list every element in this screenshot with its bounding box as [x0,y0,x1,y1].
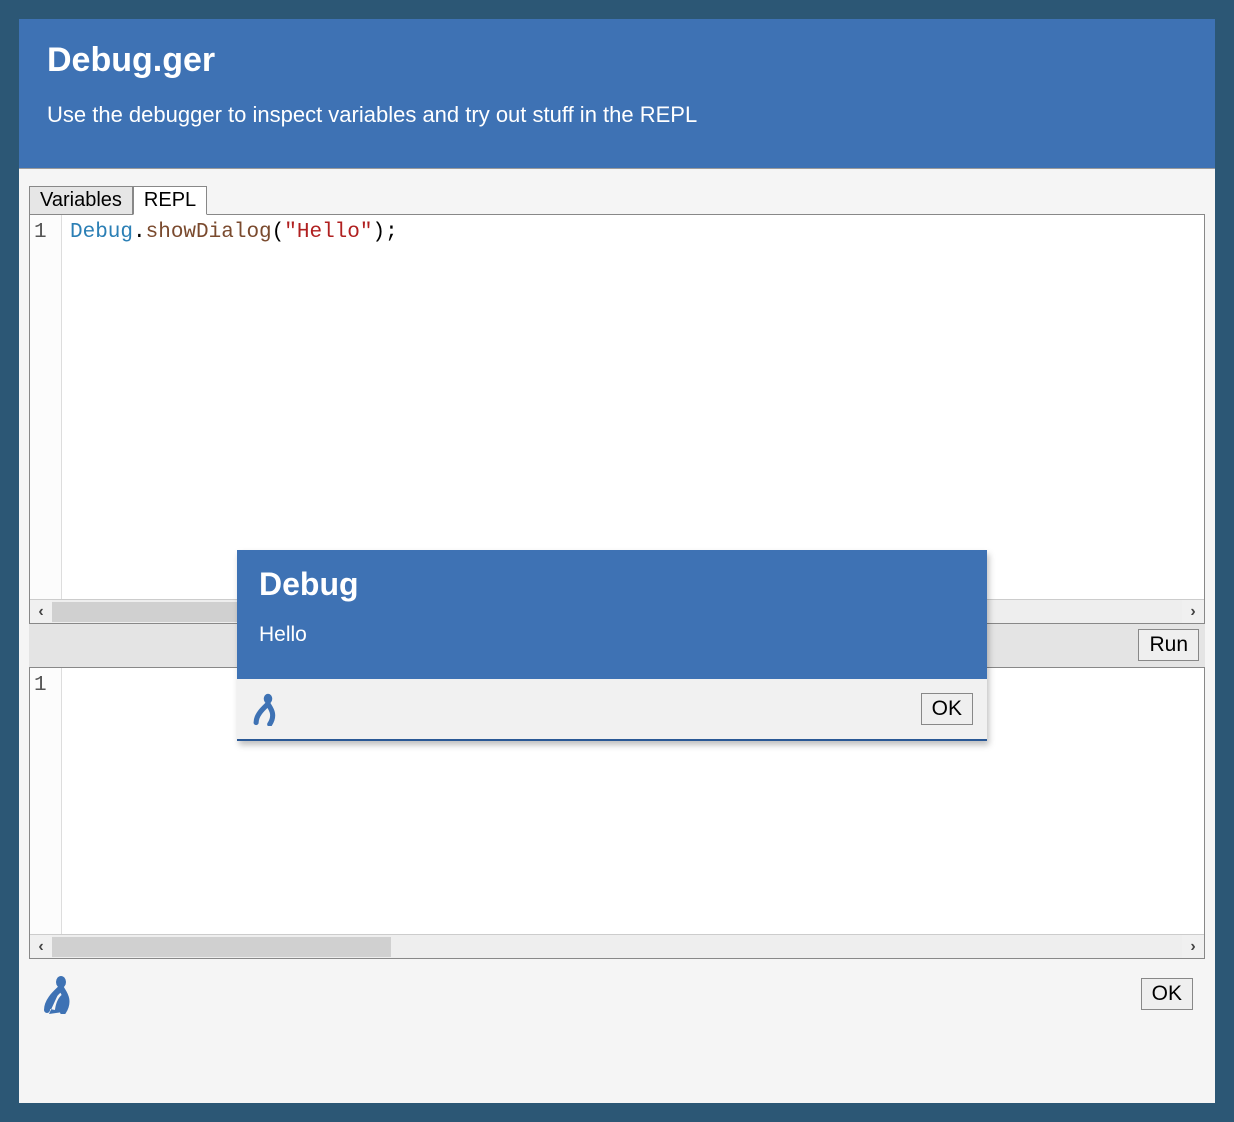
body-area: Variables REPL 1 Debug.showDialog("Hello… [19,168,1215,1103]
editor-gutter: 1 [30,215,62,599]
debug-dialog: Debug Hello OK [237,550,987,741]
dialog-header: Debug Hello [237,550,987,679]
token-class: Debug [70,221,133,244]
output-gutter-line-1: 1 [34,674,57,697]
scroll-left-icon[interactable]: ‹ [30,938,52,956]
run-button[interactable]: Run [1138,629,1199,661]
tab-variables[interactable]: Variables [29,186,133,215]
scroll-thumb[interactable] [52,937,391,957]
footer-bar: OK [29,959,1205,1029]
dialog-footer: OK [237,679,987,739]
scroll-right-icon[interactable]: › [1182,603,1204,621]
page-subtitle: Use the debugger to inspect variables an… [47,102,1187,128]
token-string: "Hello" [284,221,372,244]
editor-line-1[interactable]: Debug.showDialog("Hello"); [62,215,406,599]
page-title: Debug.ger [47,41,1187,80]
dialog-ok-button[interactable]: OK [921,693,973,725]
gutter-line-1: 1 [34,221,57,244]
dialog-message: Hello [259,623,965,647]
ok-button[interactable]: OK [1141,978,1193,1010]
code-editor[interactable]: 1 Debug.showDialog("Hello"); [30,215,1204,599]
output-gutter: 1 [30,668,62,934]
scroll-right-icon[interactable]: › [1182,938,1204,956]
output-horizontal-scrollbar[interactable]: ‹ › [30,934,1204,958]
token-dot: . [133,221,146,244]
servoy-logo-icon [41,974,81,1014]
token-rparen: ); [372,221,397,244]
token-method: showDialog [146,221,272,244]
output-line-1 [62,668,78,934]
header: Debug.ger Use the debugger to inspect va… [19,19,1215,168]
scroll-track[interactable] [52,935,1182,958]
tabstrip: Variables REPL [29,183,1205,215]
tab-repl[interactable]: REPL [133,186,207,215]
servoy-logo-icon [251,692,285,726]
dialog-title: Debug [259,566,965,603]
debugger-window: Debug.ger Use the debugger to inspect va… [18,18,1216,1104]
scroll-left-icon[interactable]: ‹ [30,603,52,621]
token-lparen: ( [272,221,285,244]
